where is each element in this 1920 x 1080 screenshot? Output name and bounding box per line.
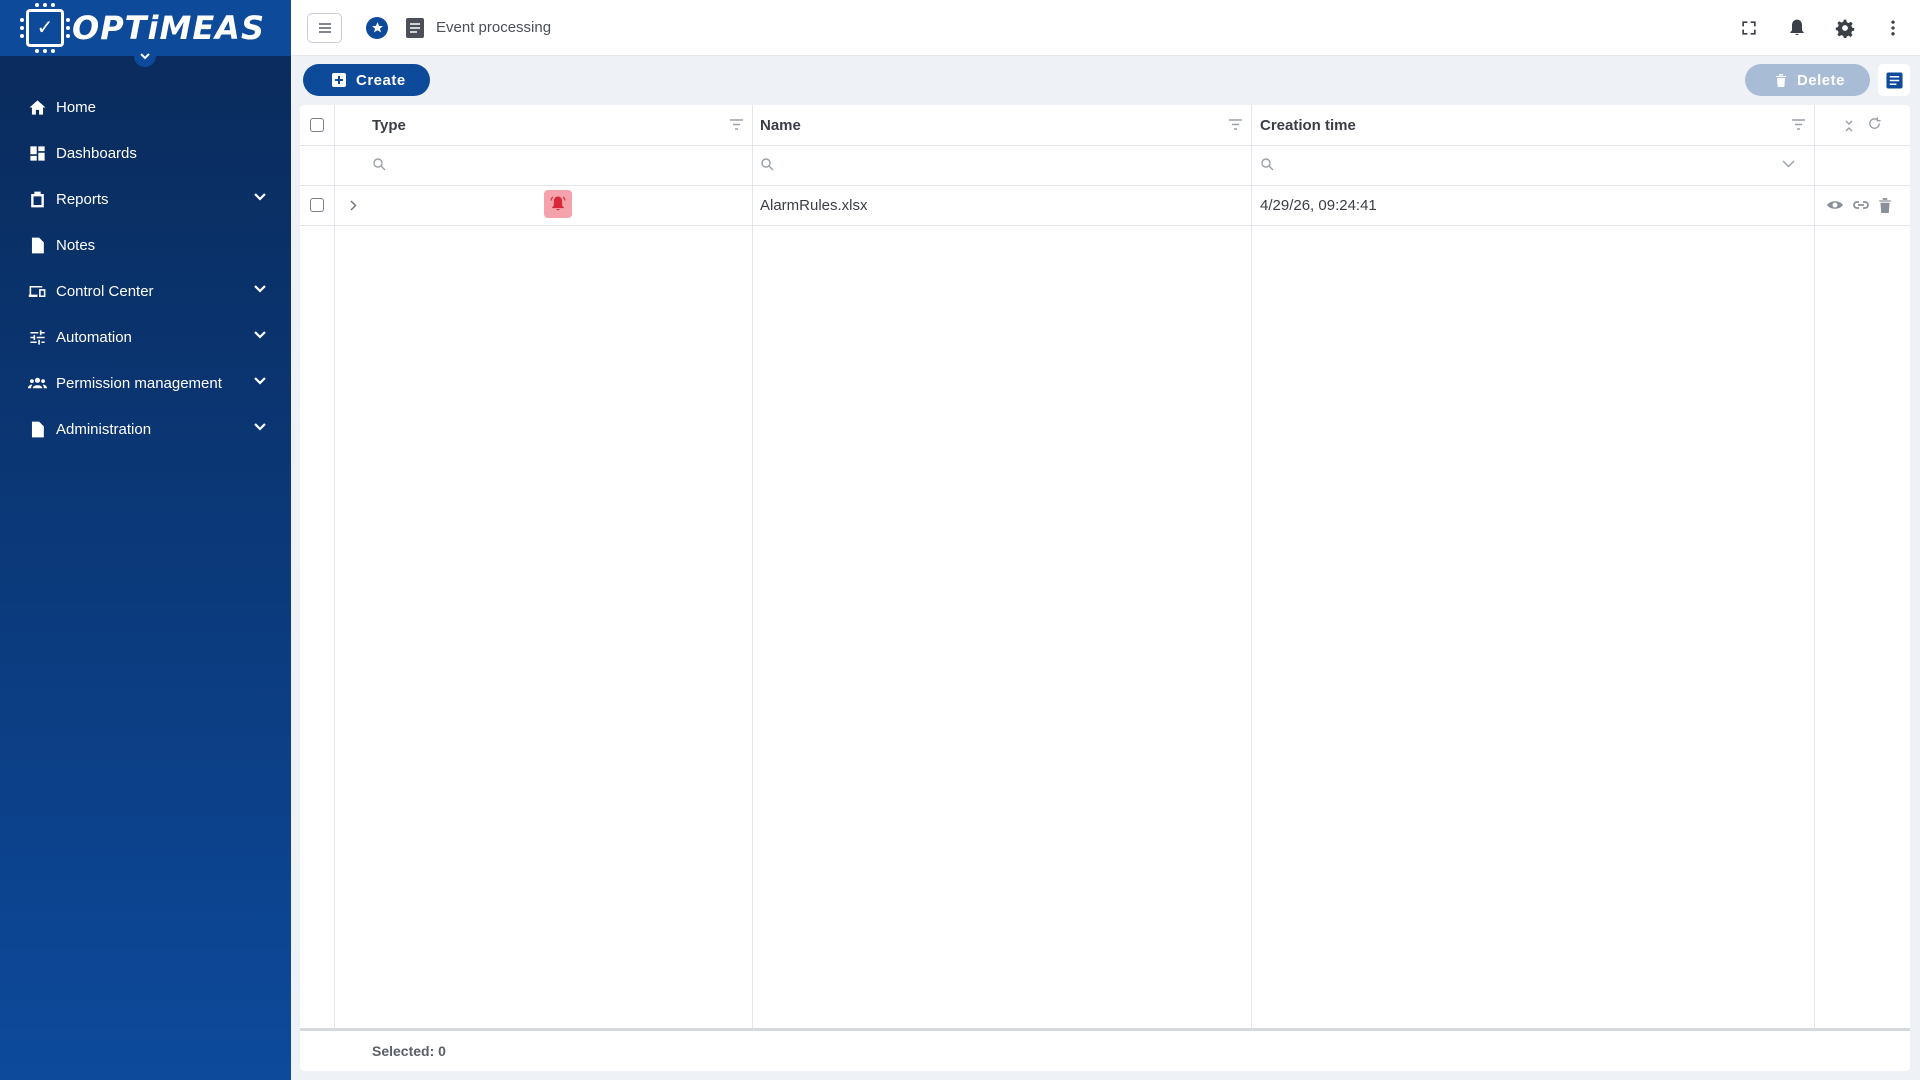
trash-icon[interactable] xyxy=(1878,197,1892,213)
devices-icon xyxy=(26,280,48,302)
sidebar-item-label: Dashboards xyxy=(56,144,137,162)
trash-icon xyxy=(1775,74,1786,87)
page-document-icon xyxy=(406,17,424,38)
sidebar-item-label: Automation xyxy=(56,328,132,346)
delete-button[interactable]: Delete xyxy=(1744,64,1870,96)
collapse-all-icon[interactable] xyxy=(1844,119,1854,133)
row-separator xyxy=(300,145,1910,146)
create-button[interactable]: Create xyxy=(303,64,430,96)
row-creation-time-cell: 4/29/26, 09:24:41 xyxy=(1260,197,1377,214)
column-header-name[interactable]: Name xyxy=(760,105,801,145)
expand-row-icon[interactable] xyxy=(349,200,357,211)
document-icon xyxy=(26,234,48,256)
sidebar-item-home[interactable]: Home xyxy=(0,84,291,130)
filter-icon[interactable] xyxy=(730,119,743,130)
home-icon xyxy=(26,96,48,118)
star-icon xyxy=(371,22,383,33)
sidebar-item-administration[interactable]: Administration xyxy=(0,406,291,452)
row-checkbox[interactable] xyxy=(310,198,324,212)
bell-icon[interactable] xyxy=(1786,17,1808,39)
chevron-down-icon xyxy=(140,53,150,60)
sliders-icon xyxy=(26,326,48,348)
clipboard-icon xyxy=(26,188,48,210)
chevron-down-icon[interactable] xyxy=(1782,159,1795,169)
filter-icon[interactable] xyxy=(1229,119,1242,130)
alarm-bell-icon xyxy=(544,190,572,218)
columns-settings-button[interactable] xyxy=(1878,64,1910,96)
search-icon[interactable] xyxy=(1260,157,1274,171)
gear-icon[interactable] xyxy=(1834,17,1856,39)
search-icon[interactable] xyxy=(760,157,774,171)
sidebar-nav: Home Dashboards Reports Notes Control Ce… xyxy=(0,84,291,452)
sidebar-item-label: Control Center xyxy=(56,282,154,300)
column-separator xyxy=(1814,105,1815,1029)
column-separator xyxy=(334,105,335,1029)
refresh-icon[interactable] xyxy=(1867,116,1882,131)
sidebar-item-label: Reports xyxy=(56,190,109,208)
logo-chip-icon: ✓ xyxy=(20,3,71,53)
sidebar: ✓ OPTiMEAS Home Dashboards Reports Notes… xyxy=(0,0,291,1080)
sidebar-item-label: Administration xyxy=(56,420,152,438)
column-header-creation-time[interactable]: Creation time xyxy=(1260,105,1356,145)
plus-icon xyxy=(332,73,346,87)
sidebar-item-label: Permission management xyxy=(56,374,222,392)
create-button-label: Create xyxy=(356,71,406,89)
column-separator xyxy=(752,105,753,1029)
filter-icon[interactable] xyxy=(1792,119,1805,130)
chevron-down-icon[interactable] xyxy=(253,374,267,393)
hamburger-icon xyxy=(318,22,331,33)
select-all-checkbox[interactable] xyxy=(310,118,324,132)
sidebar-item-dashboards[interactable]: Dashboards xyxy=(0,130,291,176)
more-vert-icon[interactable] xyxy=(1882,17,1904,39)
row-separator xyxy=(300,225,1910,226)
group-icon xyxy=(26,372,48,394)
action-bar: Create Delete xyxy=(291,56,1920,104)
sidebar-item-permission-management[interactable]: Permission management xyxy=(0,360,291,406)
top-bar: Event processing xyxy=(291,0,1920,56)
chevron-down-icon[interactable] xyxy=(253,420,267,439)
sidebar-item-reports[interactable]: Reports xyxy=(0,176,291,222)
search-icon[interactable] xyxy=(372,157,386,171)
menu-toggle-button[interactable] xyxy=(307,12,342,43)
chevron-down-icon[interactable] xyxy=(253,328,267,347)
selected-count: Selected: 0 xyxy=(372,1043,446,1059)
sidebar-item-automation[interactable]: Automation xyxy=(0,314,291,360)
chevron-down-icon[interactable] xyxy=(253,282,267,301)
sidebar-item-control-center[interactable]: Control Center xyxy=(0,268,291,314)
fullscreen-icon[interactable] xyxy=(1738,17,1760,39)
column-header-type[interactable]: Type xyxy=(372,105,406,145)
top-right-actions xyxy=(1738,17,1904,39)
column-separator xyxy=(1251,105,1252,1029)
grid-footer: Selected: 0 xyxy=(300,1031,1910,1071)
logo[interactable]: ✓ OPTiMEAS xyxy=(0,0,291,67)
sidebar-item-notes[interactable]: Notes xyxy=(0,222,291,268)
sidebar-collapse-toggle[interactable] xyxy=(134,45,156,67)
eye-icon[interactable] xyxy=(1826,197,1844,213)
dashboard-icon xyxy=(26,142,48,164)
row-separator xyxy=(300,185,1910,186)
data-grid: Type Name Creation time AlarmRules.xlsx … xyxy=(300,105,1910,1071)
chevron-down-icon[interactable] xyxy=(253,190,267,209)
row-name-cell[interactable]: AlarmRules.xlsx xyxy=(760,197,868,214)
sidebar-item-label: Notes xyxy=(56,236,96,254)
favorite-button[interactable] xyxy=(366,16,388,39)
admin-doc-icon xyxy=(26,418,48,440)
delete-button-label: Delete xyxy=(1796,71,1845,89)
page-title: Event processing xyxy=(436,19,552,36)
sidebar-item-label: Home xyxy=(56,98,97,116)
list-view-icon xyxy=(1885,71,1903,89)
logo-text: OPTiMEAS xyxy=(72,9,265,47)
link-icon[interactable] xyxy=(1852,197,1870,213)
